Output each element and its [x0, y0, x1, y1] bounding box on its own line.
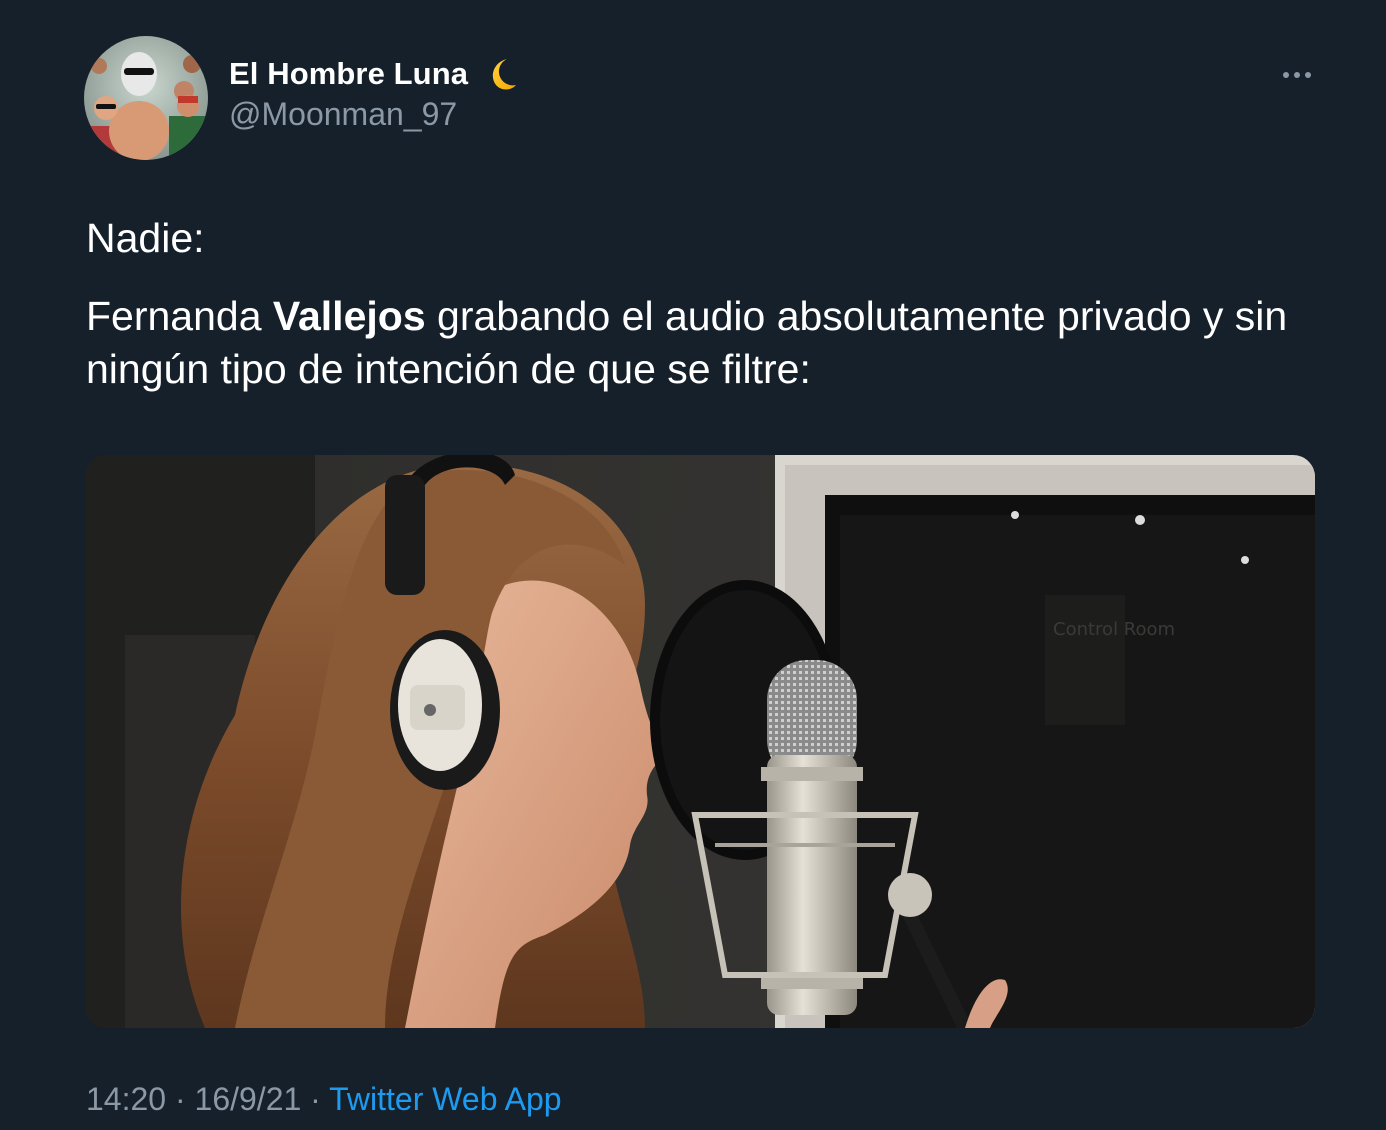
- tweet-metadata: 14:20 · 16/9/21 · Twitter Web App: [86, 1081, 562, 1118]
- display-name[interactable]: El Hombre Luna: [229, 56, 468, 92]
- tweet-date[interactable]: 16/9/21: [195, 1081, 302, 1117]
- media-image: Control Room: [85, 455, 1315, 1028]
- avatar[interactable]: [84, 36, 208, 160]
- tweet-media-photo[interactable]: Control Room: [85, 455, 1315, 1028]
- display-name-row: El Hombre Luna: [229, 52, 520, 96]
- tweet-text: Nadie: Fernanda Vallejos grabando el aud…: [86, 212, 1326, 396]
- tweet-text-line2: Fernanda Vallejos grabando el audio abso…: [86, 290, 1326, 396]
- tweet-text-segment: Fernanda: [86, 293, 273, 339]
- tweet-time[interactable]: 14:20: [86, 1081, 166, 1117]
- user-handle[interactable]: @Moonman_97: [229, 96, 520, 133]
- tweet-card: El Hombre Luna @Moonman_97 Nadie: Fernan…: [0, 0, 1386, 1130]
- more-dots-icon: [1283, 72, 1311, 78]
- tweet-source-link[interactable]: Twitter Web App: [329, 1081, 561, 1117]
- more-options-button[interactable]: [1270, 55, 1324, 95]
- control-room-sign: Control Room: [1053, 619, 1175, 640]
- meta-separator: ·: [301, 1081, 330, 1117]
- tweet-text-bold-name: Vallejos: [272, 293, 426, 339]
- crescent-moon-icon: [480, 54, 520, 94]
- meta-separator: ·: [166, 1081, 195, 1117]
- avatar-image: [84, 36, 208, 160]
- author-info: El Hombre Luna @Moonman_97: [229, 52, 520, 133]
- tweet-text-line1: Nadie:: [86, 215, 205, 261]
